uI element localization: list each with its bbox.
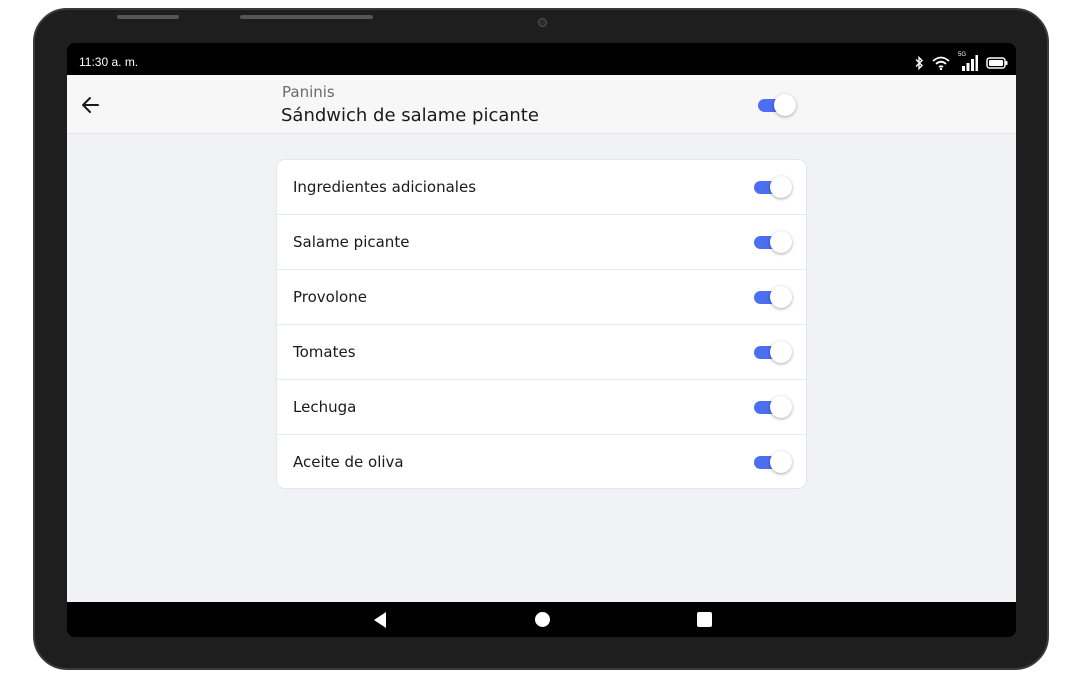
volume-button — [240, 15, 373, 19]
ingredient-toggle[interactable] — [754, 451, 792, 473]
bluetooth-icon — [915, 56, 923, 70]
item-availability-toggle[interactable] — [758, 94, 796, 116]
toggle-knob — [770, 176, 792, 198]
ingredient-toggle[interactable] — [754, 286, 792, 308]
ingredient-label: Ingredientes adicionales — [293, 178, 477, 196]
navigation-bar — [67, 602, 1016, 637]
app-content: Paninis Sándwich de salame picante Ingre… — [67, 75, 1016, 602]
recents-square-icon — [697, 612, 712, 627]
list-item: Lechuga — [277, 380, 806, 435]
ingredient-label: Tomates — [293, 343, 356, 361]
list-item: Ingredientes adicionales — [277, 160, 806, 215]
battery-icon — [986, 57, 1008, 69]
list-item: Aceite de oliva — [277, 435, 806, 488]
toggle-knob — [770, 231, 792, 253]
ingredient-toggle[interactable] — [754, 231, 792, 253]
app-bar: Paninis Sándwich de salame picante — [67, 75, 1016, 134]
status-icons: 5G — [914, 52, 1008, 71]
ingredient-label: Aceite de oliva — [293, 453, 404, 471]
toggle-knob — [770, 341, 792, 363]
cellular-signal-icon: 5G — [958, 52, 978, 71]
ingredient-label: Salame picante — [293, 233, 410, 251]
list-item: Provolone — [277, 270, 806, 325]
toggle-knob — [770, 396, 792, 418]
status-time: 11:30 a. m. — [79, 55, 139, 69]
ingredient-toggle[interactable] — [754, 396, 792, 418]
ingredients-card: Ingredientes adicionales Salame picante … — [277, 160, 806, 488]
toggle-knob — [770, 451, 792, 473]
wifi-icon — [932, 56, 950, 70]
toggle-knob — [770, 286, 792, 308]
ingredient-label: Lechuga — [293, 398, 357, 416]
status-bar: 11:30 a. m. 5G — [67, 43, 1016, 75]
nav-home-button[interactable] — [534, 611, 551, 632]
page-title: Sándwich de salame picante — [281, 105, 539, 126]
arrow-left-icon — [82, 97, 99, 113]
ingredient-toggle[interactable] — [754, 341, 792, 363]
nav-back-button[interactable] — [372, 611, 388, 633]
tablet-screen: 11:30 a. m. 5G Paninis Sándwich de salam… — [67, 43, 1016, 637]
ingredient-label: Provolone — [293, 288, 367, 306]
front-camera — [538, 18, 547, 27]
home-circle-icon — [535, 612, 550, 627]
back-button[interactable] — [79, 93, 103, 117]
list-item: Salame picante — [277, 215, 806, 270]
ingredient-toggle[interactable] — [754, 176, 792, 198]
list-item: Tomates — [277, 325, 806, 380]
category-label: Paninis — [282, 83, 335, 101]
power-button — [117, 15, 179, 19]
nav-recents-button[interactable] — [696, 611, 713, 632]
back-triangle-icon — [374, 612, 386, 628]
toggle-knob — [774, 94, 796, 116]
